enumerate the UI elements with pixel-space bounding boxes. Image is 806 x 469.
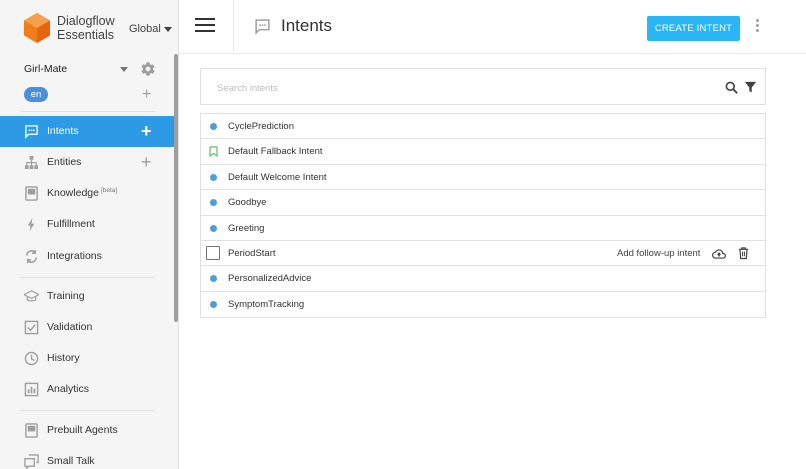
sidebar-item-analytics[interactable]: Analytics [0,374,174,405]
sidebar-item-integrations[interactable]: Integrations [0,241,174,272]
gear-icon[interactable] [140,61,156,77]
search-icon[interactable] [725,81,738,94]
list-item[interactable]: PeriodStart Add follow-up intent [201,241,765,267]
brand-line-2: Essentials [57,28,114,42]
sidebar-item-label: Analytics [47,383,90,395]
intent-dot-icon [210,224,217,232]
sidebar-item-label: History [47,352,80,364]
sidebar: Dialogflow Essentials Global Girl-Mate e… [0,0,179,469]
region-label: Global [129,23,161,35]
add-language-icon[interactable]: + [142,87,151,103]
intent-dot-icon [210,173,217,181]
divider [20,277,155,278]
search-bar [200,68,766,105]
sidebar-item-training[interactable]: Training [0,281,174,312]
page-title: Intents [281,16,333,35]
intents-icon [25,125,38,139]
graduation-cap-icon [24,290,39,302]
intent-name[interactable]: PeriodStart [228,248,276,259]
intent-dot-icon [210,300,217,308]
logo-area: Dialogflow Essentials Global [0,0,179,54]
intent-name[interactable]: Greeting [228,223,264,234]
hamburger-menu-icon[interactable] [195,18,215,32]
intent-name[interactable]: CyclePrediction [228,121,294,132]
agent-selector[interactable]: Girl-Mate [24,61,159,77]
list-item[interactable]: Greeting [201,216,765,241]
integrations-icon [26,249,37,264]
sidebar-item-validation[interactable]: Validation [0,312,174,343]
sidebar-item-knowledge[interactable]: Knowledge [beta] [0,178,174,209]
more-options-icon[interactable] [756,19,760,33]
divider [20,111,155,112]
clock-icon [24,351,39,366]
create-intent-button[interactable]: CREATE INTENT [647,16,740,41]
sidebar-item-prebuilt-agents[interactable]: Prebuilt Agents [0,415,174,446]
sidebar-item-fulfillment[interactable]: Fulfillment [0,209,174,240]
intent-dot-icon [210,275,217,283]
sidebar-item-entities[interactable]: Entities + [0,147,174,178]
sidebar-item-history[interactable]: History [0,343,174,374]
intent-name[interactable]: PersonalizedAdvice [228,273,311,284]
brand-line-1: Dialogflow [57,14,115,28]
small-talk-icon [24,454,39,469]
prebuilt-agents-icon [25,423,38,438]
list-item[interactable]: PersonalizedAdvice [201,266,765,292]
validation-icon [24,320,39,335]
bookmark-icon [209,146,218,158]
add-intent-icon[interactable]: + [141,122,152,140]
select-checkbox[interactable] [206,245,220,260]
sidebar-item-label: Knowledge [47,187,99,199]
sidebar-item-label: Intents [47,125,79,137]
chevron-down-icon [163,26,172,32]
divider [233,0,234,54]
search-input[interactable] [217,80,697,96]
intent-dot-icon [210,123,217,130]
divider [20,410,155,411]
intents-list: CyclePrediction Default Fallback Intent … [200,113,766,319]
add-follow-up-intent-link[interactable]: Add follow-up intent [617,248,700,259]
intent-name[interactable]: Default Fallback Intent [228,146,323,157]
list-item[interactable]: Goodbye [201,190,765,216]
entities-icon [24,155,39,170]
sidebar-scrollbar[interactable] [174,54,178,322]
sidebar-item-label-group: Knowledge [beta] [47,187,117,199]
sidebar-item-label: Validation [47,321,93,333]
analytics-icon [24,382,39,397]
intent-name[interactable]: Default Welcome Intent [228,172,327,183]
list-item[interactable]: CyclePrediction [201,114,765,140]
brand-name: Dialogflow Essentials [57,14,115,42]
filter-icon[interactable] [744,81,757,94]
intent-dot-icon [210,199,217,207]
intent-name[interactable]: Goodbye [228,197,267,208]
list-item[interactable]: Default Fallback Intent [201,139,765,165]
list-item[interactable]: Default Welcome Intent [201,165,765,191]
intents-icon [255,19,270,35]
cloud-upload-icon[interactable] [712,247,726,261]
sidebar-item-label: Prebuilt Agents [47,424,118,436]
language-row: en + [24,87,159,103]
intent-name[interactable]: SymptomTracking [228,299,304,310]
dialogflow-logo-icon[interactable] [24,13,50,43]
trash-icon[interactable] [738,246,749,260]
sidebar-item-label: Fulfillment [47,218,95,230]
list-item[interactable]: SymptomTracking [201,292,765,317]
language-badge[interactable]: en [24,87,48,102]
top-bar: Intents CREATE INTENT [179,0,806,54]
agent-name: Girl-Mate [24,63,68,75]
knowledge-icon [25,186,38,201]
sidebar-item-small-talk[interactable]: Small Talk [0,446,174,469]
chevron-down-icon[interactable] [120,67,128,72]
sidebar-item-label: Training [47,290,85,302]
add-entity-icon[interactable]: + [141,153,152,171]
sidebar-item-label: Entities [47,156,82,168]
region-selector[interactable]: Global [129,23,172,35]
lightning-bolt-icon [27,217,35,232]
sidebar-item-label: Integrations [47,250,102,262]
beta-badge: [beta] [100,187,118,194]
sidebar-item-intents[interactable]: Intents + [0,116,174,147]
sidebar-item-label: Small Talk [47,455,95,467]
